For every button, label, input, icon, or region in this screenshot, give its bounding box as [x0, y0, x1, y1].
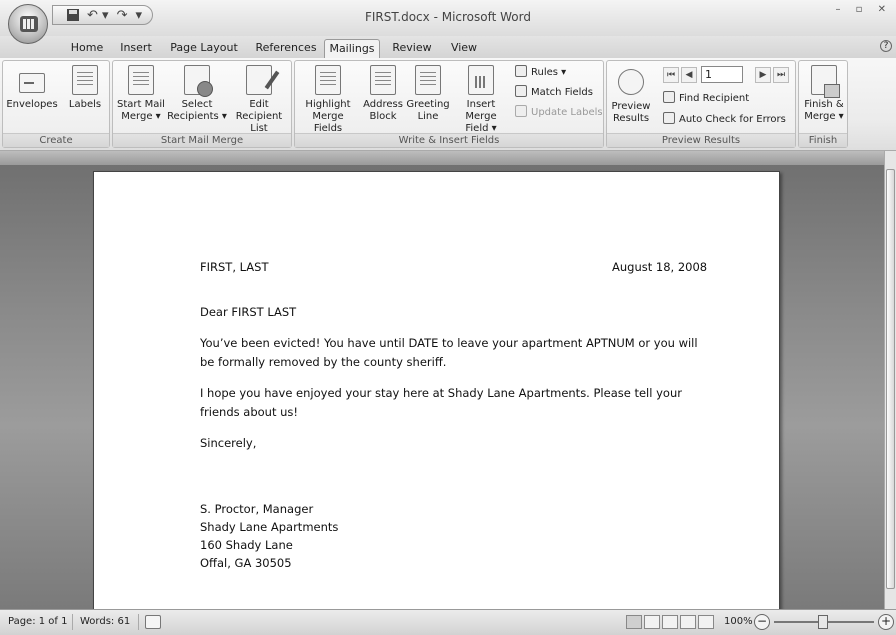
help-icon[interactable]: ?: [880, 40, 892, 52]
envelopes-button[interactable]: Envelopes: [5, 65, 59, 111]
find-recipient-icon: [663, 91, 675, 103]
signature-line-1: S. Proctor, Manager: [200, 502, 314, 516]
tab-home[interactable]: Home: [62, 39, 112, 58]
group-start-mail-merge: Start Mail Merge ▾ Select Recipients ▾ E…: [112, 60, 292, 148]
highlight-fields-icon: [315, 65, 341, 95]
recipient-name-field: FIRST, LAST: [200, 260, 269, 274]
window-title: FIRST.docx - Microsoft Word: [364, 10, 531, 24]
page-count[interactable]: Page: 1 of 1: [8, 616, 67, 627]
zoom-level[interactable]: 100%: [724, 616, 753, 627]
finish-merge-icon: [811, 65, 840, 98]
greeting-line-button[interactable]: Greeting Line: [405, 65, 451, 123]
paragraph-2-line-1: I hope you have enjoyed your stay here a…: [200, 386, 682, 400]
labels-icon: [72, 65, 98, 95]
status-divider: [72, 614, 73, 630]
address-block-button[interactable]: Address Block: [361, 65, 405, 123]
group-write-insert-fields: Highlight Merge Fields Address Block Gre…: [294, 60, 604, 148]
group-preview-results: Preview Results ⏮ ◀ 1 ▶ ⏭ Find Recipient…: [606, 60, 796, 148]
letter-date: August 18, 2008: [612, 260, 708, 274]
scrollbar-thumb[interactable]: [886, 169, 895, 589]
rules-icon: [515, 65, 527, 77]
greeting-line-icon: [415, 65, 441, 95]
ribbon-tabs: Home Insert Page Layout References Maili…: [0, 36, 896, 58]
first-record-icon[interactable]: ⏮: [663, 67, 679, 83]
group-create: Envelopes Labels Create: [2, 60, 110, 148]
last-record-icon[interactable]: ⏭: [773, 67, 789, 83]
group-label-start-mail-merge: Start Mail Merge: [113, 133, 291, 147]
finish-merge-button[interactable]: Finish & Merge ▾: [801, 65, 847, 123]
update-labels-button[interactable]: Update Labels: [515, 105, 603, 121]
vertical-scrollbar[interactable]: [884, 151, 896, 609]
group-label-write-insert-fields: Write & Insert Fields: [295, 133, 603, 147]
web-layout-view-icon[interactable]: [662, 615, 678, 629]
document-page[interactable]: FIRST, LAST August 18, 2008 Dear FIRST L…: [93, 171, 780, 609]
group-label-finish: Finish: [799, 133, 847, 147]
group-label-preview-results: Preview Results: [607, 133, 795, 147]
auto-check-icon: [663, 112, 675, 124]
zoom-slider-thumb[interactable]: [818, 615, 828, 629]
document-area: FIRST, LAST August 18, 2008 Dear FIRST L…: [0, 151, 884, 609]
paragraph-1-line-2: be formally removed by the county sherif…: [200, 355, 447, 369]
closing: Sincerely,: [200, 436, 257, 450]
zoom-out-icon[interactable]: −: [754, 614, 770, 630]
word-count[interactable]: Words: 61: [80, 616, 130, 627]
salutation: Dear FIRST LAST: [200, 305, 297, 319]
tab-page-layout[interactable]: Page Layout: [165, 39, 243, 58]
status-divider: [138, 614, 139, 630]
edit-list-icon: [246, 65, 272, 95]
record-number-input[interactable]: 1: [701, 66, 743, 83]
paragraph-1-line-1: You’ve been evicted! You have until DATE…: [200, 336, 698, 350]
start-mail-merge-icon: [128, 65, 154, 95]
envelope-icon: [19, 73, 45, 93]
tab-insert[interactable]: Insert: [116, 39, 156, 58]
tab-references[interactable]: References: [250, 39, 322, 58]
proofing-icon[interactable]: [145, 615, 161, 629]
labels-button[interactable]: Labels: [63, 65, 107, 111]
previous-record-icon[interactable]: ◀: [681, 67, 697, 83]
status-bar: Page: 1 of 1 Words: 61 100% − +: [0, 609, 896, 635]
find-recipient-button[interactable]: Find Recipient: [663, 91, 749, 107]
edit-recipient-list-button[interactable]: Edit Recipient List: [227, 65, 291, 135]
select-recipients-button[interactable]: Select Recipients ▾: [167, 65, 227, 123]
ruler: [0, 151, 884, 165]
tab-review[interactable]: Review: [388, 39, 436, 58]
office-logo-icon: [20, 16, 38, 32]
group-finish: Finish & Merge ▾ Finish: [798, 60, 848, 148]
zoom-in-icon[interactable]: +: [878, 614, 894, 630]
title-bar: ↶ ▾ ↷ ▾ FIRST.docx - Microsoft Word – ▫ …: [0, 0, 896, 36]
highlight-merge-fields-button[interactable]: Highlight Merge Fields: [297, 65, 359, 135]
insert-merge-field-icon: [468, 65, 494, 95]
draft-view-icon[interactable]: [698, 615, 714, 629]
auto-check-errors-button[interactable]: Auto Check for Errors: [663, 112, 786, 128]
office-button[interactable]: [8, 4, 48, 44]
insert-merge-field-button[interactable]: Insert Merge Field ▾: [451, 65, 511, 135]
window-controls[interactable]: – ▫ ✕: [835, 4, 892, 15]
match-fields-button[interactable]: Match Fields: [515, 85, 593, 101]
tab-mailings[interactable]: Mailings: [324, 39, 380, 58]
ribbon: Envelopes Labels Create Start Mail Merge…: [0, 58, 896, 151]
print-layout-view-icon[interactable]: [626, 615, 642, 629]
match-fields-icon: [515, 85, 527, 97]
start-mail-merge-button[interactable]: Start Mail Merge ▾: [115, 65, 167, 123]
signature-line-2: Shady Lane Apartments: [200, 520, 339, 534]
tab-view[interactable]: View: [444, 39, 484, 58]
full-screen-reading-view-icon[interactable]: [644, 615, 660, 629]
signature-line-3: 160 Shady Lane: [200, 538, 293, 552]
group-label-create: Create: [3, 133, 109, 147]
rules-button[interactable]: Rules ▾: [515, 65, 566, 81]
preview-icon: [618, 69, 644, 95]
recipients-icon: [184, 65, 213, 97]
paragraph-2-line-2: friends about us!: [200, 405, 299, 419]
update-labels-icon: [515, 105, 527, 117]
address-block-icon: [370, 65, 396, 95]
outline-view-icon[interactable]: [680, 615, 696, 629]
signature-line-4: Offal, GA 30505: [200, 556, 292, 570]
preview-results-button[interactable]: Preview Results: [609, 65, 653, 125]
next-record-icon[interactable]: ▶: [755, 67, 771, 83]
